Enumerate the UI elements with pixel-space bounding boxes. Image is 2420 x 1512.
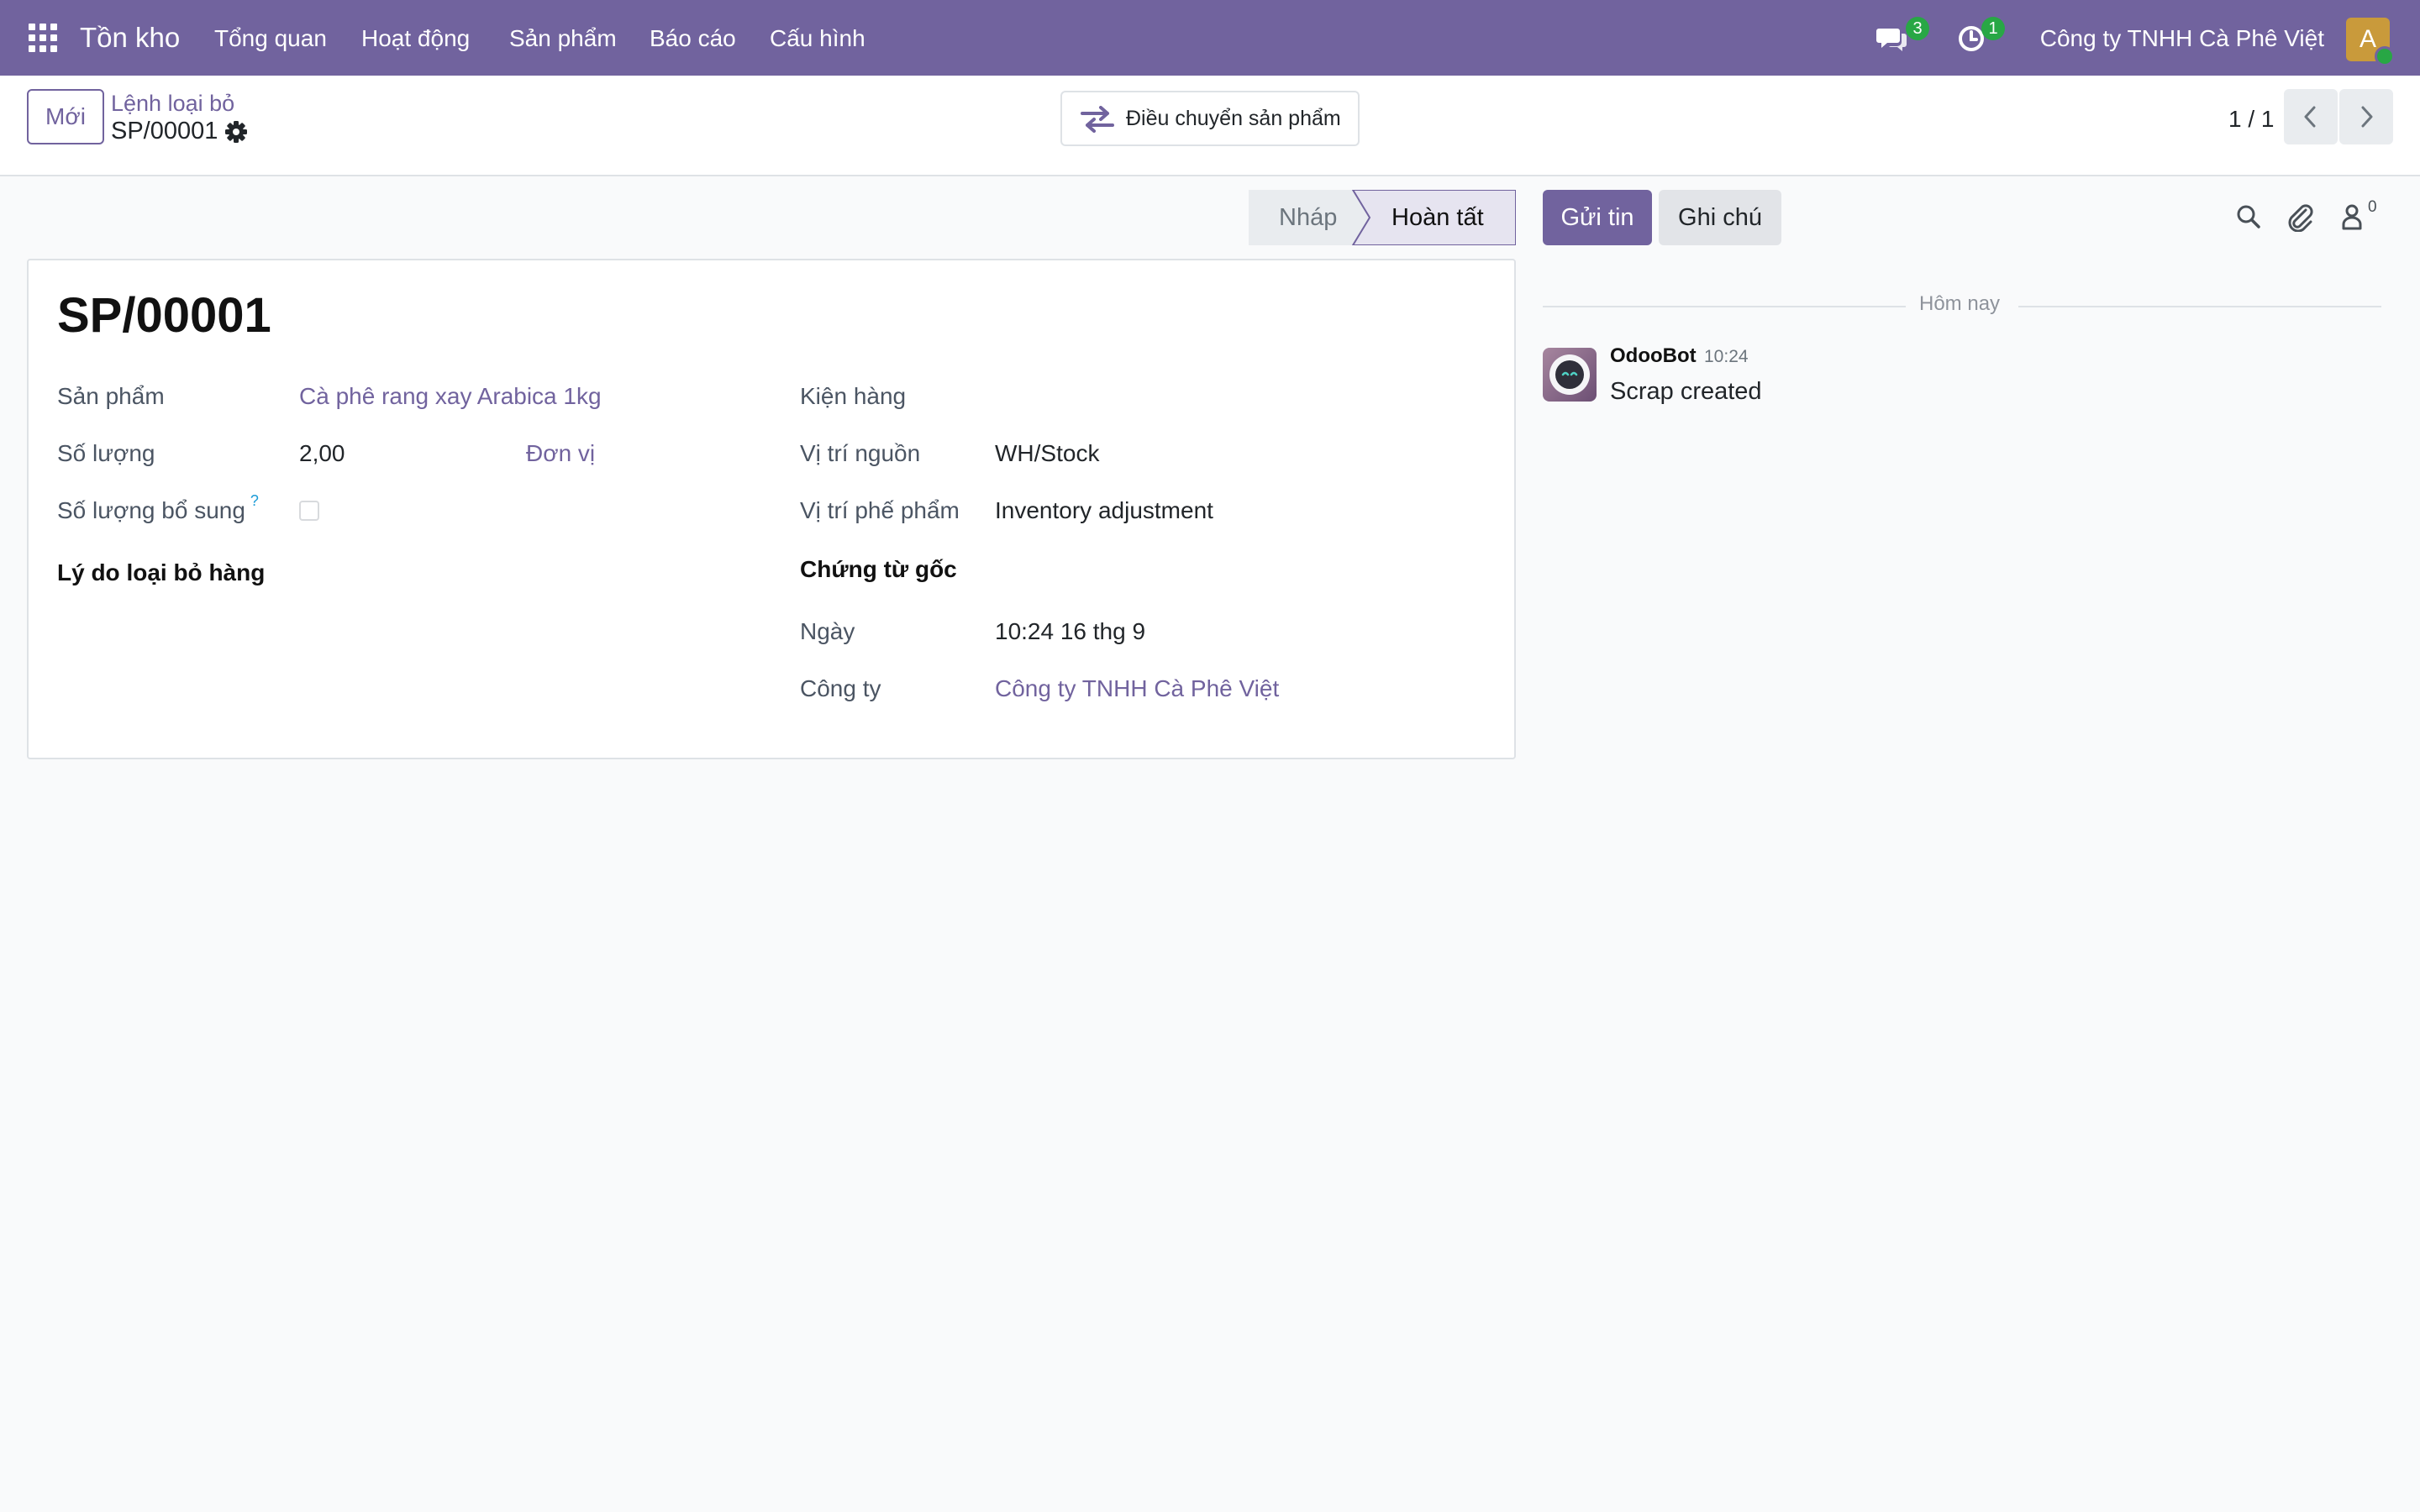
- date-field[interactable]: 10:24 16 thg 9: [995, 618, 1145, 645]
- chevron-left-icon: [2304, 106, 2316, 128]
- day-separator: Hôm nay: [1919, 292, 2001, 315]
- user-avatar[interactable]: A: [2346, 18, 2395, 66]
- gear-icon[interactable]: [224, 119, 249, 144]
- product-transfer-button[interactable]: Điều chuyển sản phẩm: [1060, 91, 1360, 146]
- day-divider-right: [2018, 306, 2381, 307]
- control-panel: Mới Lệnh loại bỏ SP/00001 Điều chuyển sả…: [0, 76, 2420, 176]
- package-label: Kiện hàng: [800, 383, 907, 409]
- search-icon[interactable]: [2235, 202, 2262, 236]
- company-label: Công ty: [800, 675, 881, 701]
- form-sheet: SP/00001 Sản phẩm Cà phê rang xay Arabic…: [27, 259, 1516, 759]
- menu-reporting[interactable]: Báo cáo: [650, 25, 736, 52]
- uom-field[interactable]: Đơn vị: [526, 440, 595, 467]
- source-location-field[interactable]: WH/Stock: [995, 440, 1099, 467]
- source-location-label: Vị trí nguồn: [800, 440, 921, 466]
- message-body: Scrap created: [1610, 378, 1762, 405]
- message-time: 10:24: [1704, 347, 1749, 366]
- menu-configuration[interactable]: Cấu hình: [770, 25, 865, 52]
- package-field[interactable]: [995, 378, 1432, 412]
- pager-previous-button[interactable]: [2284, 89, 2338, 144]
- paperclip-icon[interactable]: [2286, 202, 2314, 236]
- quantity-field[interactable]: 2,00: [299, 440, 345, 467]
- status-bar: Nháp Hoàn tất: [1249, 190, 1516, 245]
- chevron-right-icon: [2361, 106, 2373, 128]
- quantity-label: Số lượng: [57, 440, 155, 466]
- product-field[interactable]: Cà phê rang xay Arabica 1kg: [299, 383, 602, 410]
- replenish-quantity-checkbox[interactable]: [299, 501, 319, 521]
- transfer-arrows-icon: [1081, 106, 1114, 133]
- day-divider-left: [1543, 306, 1906, 307]
- message-author[interactable]: OdooBot: [1610, 344, 1697, 368]
- status-draft[interactable]: Nháp: [1279, 190, 1337, 245]
- replenish-quantity-label: Số lượng bổ sung?: [57, 492, 259, 524]
- odoobot-avatar[interactable]: [1543, 348, 1597, 402]
- log-note-button[interactable]: Ghi chú: [1659, 190, 1781, 245]
- help-tooltip-icon[interactable]: ?: [250, 492, 259, 509]
- pager-value[interactable]: 1 / 1: [2228, 106, 2274, 133]
- product-label: Sản phẩm: [57, 383, 165, 409]
- record-title: SP/00001: [57, 288, 271, 343]
- breadcrumb-current: SP/00001: [111, 118, 218, 144]
- status-done: Hoàn tất: [1392, 204, 1484, 231]
- menu-products[interactable]: Sản phẩm: [509, 25, 617, 52]
- scrap-reason-label: Lý do loại bỏ hàng: [57, 559, 266, 585]
- source-document-label: Chứng từ gốc: [800, 556, 957, 582]
- followers-count: 0: [2368, 198, 2377, 216]
- avatar-initial: A: [2359, 25, 2376, 53]
- date-label: Ngày: [800, 618, 855, 644]
- replenish-quantity-text: Số lượng bổ sung: [57, 497, 245, 523]
- scrap-location-field[interactable]: Inventory adjustment: [995, 497, 1213, 524]
- followers-person-icon[interactable]: [2339, 202, 2366, 236]
- product-transfer-label: Điều chuyển sản phẩm: [1126, 107, 1341, 130]
- company-field[interactable]: Công ty TNHH Cà Phê Việt: [995, 675, 1279, 702]
- chat-bubbles-icon[interactable]: [1876, 22, 1909, 55]
- send-message-button[interactable]: Gửi tin: [1543, 190, 1652, 245]
- app-menu-grid-icon[interactable]: [29, 24, 59, 54]
- pager-next-button[interactable]: [2339, 89, 2393, 144]
- menu-operations[interactable]: Hoạt động: [361, 25, 470, 52]
- activities-count-badge: 1: [1981, 17, 2005, 40]
- messages-count-badge: 3: [1906, 17, 1929, 40]
- top-navbar: Tồn kho Tổng quan Hoạt động Sản phẩm Báo…: [0, 0, 2420, 76]
- scrap-location-label: Vị trí phế phẩm: [800, 497, 960, 523]
- company-switcher[interactable]: Công ty TNHH Cà Phê Việt: [2040, 25, 2324, 52]
- breadcrumb-parent-link[interactable]: Lệnh loại bỏ: [111, 91, 234, 117]
- app-name[interactable]: Tồn kho: [80, 22, 180, 54]
- online-status-icon: [2375, 46, 2395, 66]
- menu-overview[interactable]: Tổng quan: [214, 25, 327, 52]
- new-button[interactable]: Mới: [27, 89, 104, 144]
